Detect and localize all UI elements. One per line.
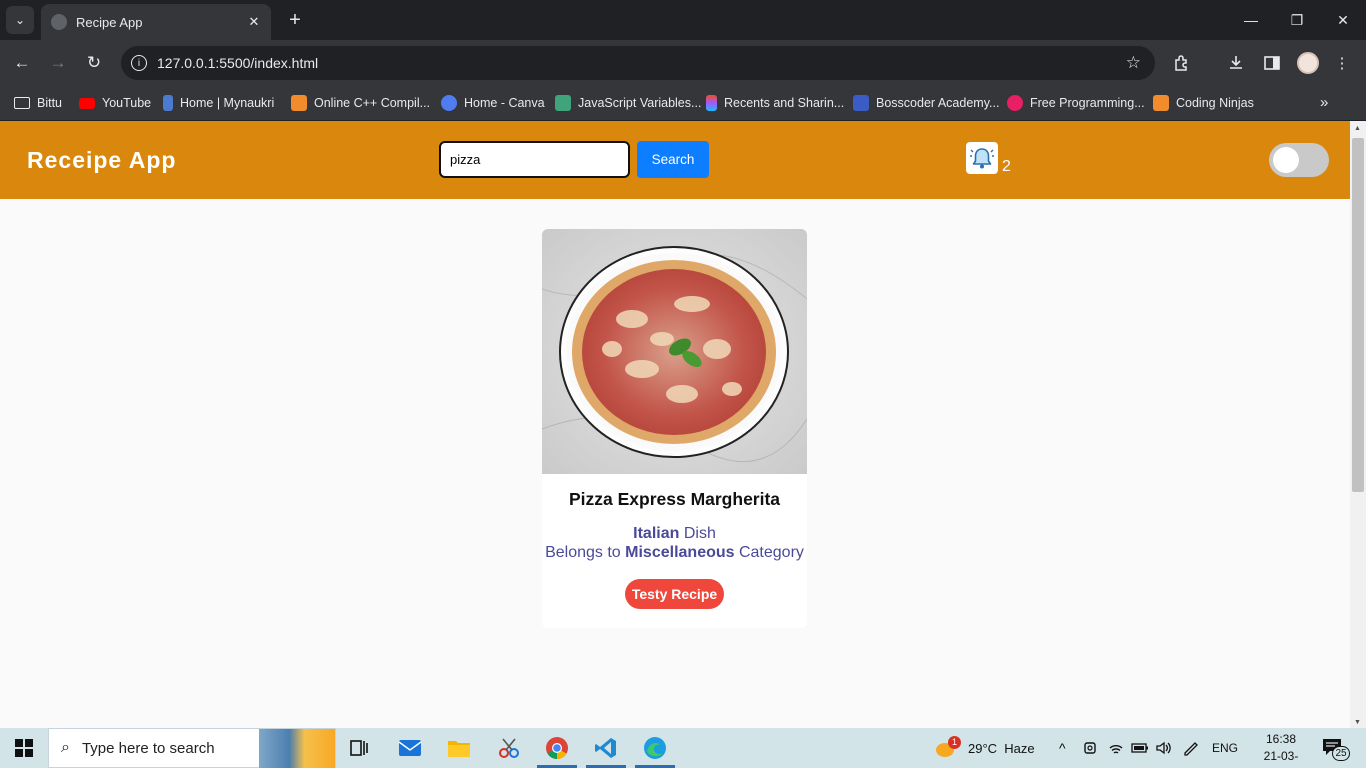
windows-taskbar: ⌕ Type here to search 1 29°C Haze ^ ENG … — [0, 728, 1366, 768]
recipe-area-suffix: Dish — [679, 525, 716, 542]
notification-bell-button[interactable] — [966, 142, 998, 174]
search-highlight-icon — [259, 729, 335, 768]
scroll-thumb[interactable] — [1352, 138, 1364, 492]
weather-text: 29°C Haze — [968, 740, 1035, 756]
web-page: Receipe App Search 2 — [0, 121, 1350, 728]
close-tab-icon[interactable]: ✕ — [245, 13, 263, 31]
page-scrollbar[interactable]: ▲ ▼ — [1350, 121, 1366, 728]
site-info-icon[interactable]: i — [131, 55, 147, 71]
task-view-icon[interactable] — [336, 728, 382, 768]
figma-icon — [706, 95, 717, 111]
url-text: 127.0.0.1:5500/index.html — [157, 55, 319, 71]
taskbar-search-placeholder: Type here to search — [81, 739, 215, 757]
new-tab-button[interactable]: + — [283, 8, 307, 32]
bookmark-star-icon[interactable]: ☆ — [1126, 53, 1141, 73]
reload-button[interactable]: ↻ — [81, 50, 107, 76]
battery-icon[interactable] — [1131, 728, 1149, 768]
recipe-card: Pizza Express Margherita Italian Dish Be… — [542, 229, 807, 628]
show-hidden-icons-icon[interactable]: ^ — [1059, 728, 1066, 768]
chrome-icon[interactable] — [534, 728, 580, 768]
vscode-icon[interactable] — [583, 728, 629, 768]
search-icon: ⌕ — [61, 739, 70, 756]
mail-icon[interactable] — [387, 728, 433, 768]
snipping-tool-icon[interactable] — [486, 728, 532, 768]
recipe-meta: Italian Dish Belongs to Miscellaneous Ca… — [542, 524, 807, 562]
recipe-category-suffix: Category — [734, 544, 804, 561]
scroll-up-arrow-icon[interactable]: ▲ — [1354, 125, 1361, 132]
pizza-image — [542, 229, 807, 474]
search-input[interactable] — [439, 141, 630, 178]
back-button[interactable]: ← — [9, 50, 35, 76]
start-button[interactable] — [0, 728, 48, 768]
clock-time: 16:38 — [1265, 732, 1297, 746]
weather-icon: 1 — [936, 736, 961, 757]
taskbar-search-box[interactable]: ⌕ Type here to search — [48, 728, 336, 768]
bookmark-item[interactable]: Home - Canva — [441, 92, 545, 114]
bell-icon — [970, 148, 994, 169]
programming-icon — [1007, 95, 1023, 111]
bookmark-item[interactable]: Bittu — [14, 92, 62, 114]
wifi-icon[interactable] — [1108, 728, 1124, 768]
notification-count: 2 — [1002, 158, 1011, 175]
edge-icon[interactable] — [632, 728, 678, 768]
volume-icon[interactable] — [1155, 728, 1173, 768]
view-recipe-button[interactable]: Testy Recipe — [625, 579, 724, 609]
tab-search-button[interactable]: ⌄ — [6, 6, 34, 34]
side-panel-icon[interactable] — [1261, 52, 1283, 74]
folder-icon — [14, 97, 30, 109]
download-icon[interactable] — [1225, 52, 1247, 74]
bookmark-item[interactable]: Bosscoder Academy... — [853, 92, 999, 114]
theme-toggle[interactable] — [1269, 143, 1329, 177]
compiler-icon — [291, 95, 307, 111]
toggle-knob — [1273, 147, 1299, 173]
file-explorer-icon[interactable] — [436, 728, 482, 768]
recipe-category-prefix: Belongs to — [545, 544, 626, 561]
extensions-icon[interactable] — [1171, 52, 1193, 74]
bookmark-item[interactable]: YouTube — [79, 92, 151, 114]
globe-icon — [51, 14, 67, 30]
browser-tab-bar: ⌄ Recipe App ✕ + ― ❐ ✕ — [0, 0, 1366, 40]
bookmark-item[interactable]: Recents and Sharin... — [706, 92, 844, 114]
browser-tab[interactable]: Recipe App ✕ — [41, 4, 271, 40]
javascript-icon — [555, 95, 571, 111]
mynaukri-icon — [163, 95, 173, 111]
app-brand: Receipe App — [27, 147, 177, 173]
bookmark-item[interactable]: Free Programming... — [1007, 92, 1145, 114]
clock-date: 21-03-2024 — [1263, 749, 1299, 768]
bookmark-item[interactable]: Home | Mynaukri — [163, 92, 274, 114]
close-window-button[interactable]: ✕ — [1320, 0, 1366, 40]
address-bar[interactable]: i 127.0.0.1:5500/index.html ☆ — [121, 46, 1155, 80]
bookmark-item[interactable]: Coding Ninjas — [1153, 92, 1254, 114]
notification-center-badge: 25 — [1332, 746, 1350, 761]
minimize-button[interactable]: ― — [1228, 0, 1274, 40]
canva-icon — [441, 95, 457, 111]
taskbar-clock[interactable]: 16:38 21-03-2024 — [1253, 731, 1309, 768]
profile-avatar[interactable] — [1297, 52, 1319, 74]
bosscoder-icon — [853, 95, 869, 111]
weather-widget[interactable]: 1 29°C Haze — [936, 728, 1035, 768]
coding-ninjas-icon — [1153, 95, 1169, 111]
forward-button[interactable]: → — [45, 50, 71, 76]
app-header: Receipe App Search 2 — [0, 121, 1350, 199]
recipe-category: Miscellaneous — [625, 544, 735, 561]
recipe-title: Pizza Express Margherita — [568, 489, 781, 509]
youtube-icon — [79, 97, 95, 109]
language-indicator[interactable]: ENG — [1212, 728, 1238, 768]
pen-icon[interactable] — [1182, 728, 1200, 768]
restore-button[interactable]: ❐ — [1274, 0, 1320, 40]
more-bookmarks-icon[interactable]: » — [1320, 94, 1328, 111]
meet-now-icon[interactable] — [1083, 728, 1099, 768]
tab-title: Recipe App — [76, 14, 143, 30]
bookmark-item[interactable]: Online C++ Compil... — [291, 92, 430, 114]
notification-center-icon[interactable]: 25 — [1322, 736, 1350, 761]
browser-menu-icon[interactable]: ⋮ — [1331, 52, 1353, 74]
weather-badge: 1 — [948, 736, 961, 749]
windows-logo-icon — [15, 739, 33, 757]
browser-toolbar: ← → ↻ i 127.0.0.1:5500/index.html ☆ ⋮ — [0, 40, 1366, 86]
bookmark-item[interactable]: JavaScript Variables... — [555, 92, 701, 114]
scroll-down-arrow-icon[interactable]: ▼ — [1354, 719, 1361, 726]
search-button[interactable]: Search — [637, 141, 709, 178]
bookmarks-bar: Bittu YouTube Home | Mynaukri Online C++… — [0, 86, 1366, 121]
recipe-area: Italian — [633, 525, 680, 542]
